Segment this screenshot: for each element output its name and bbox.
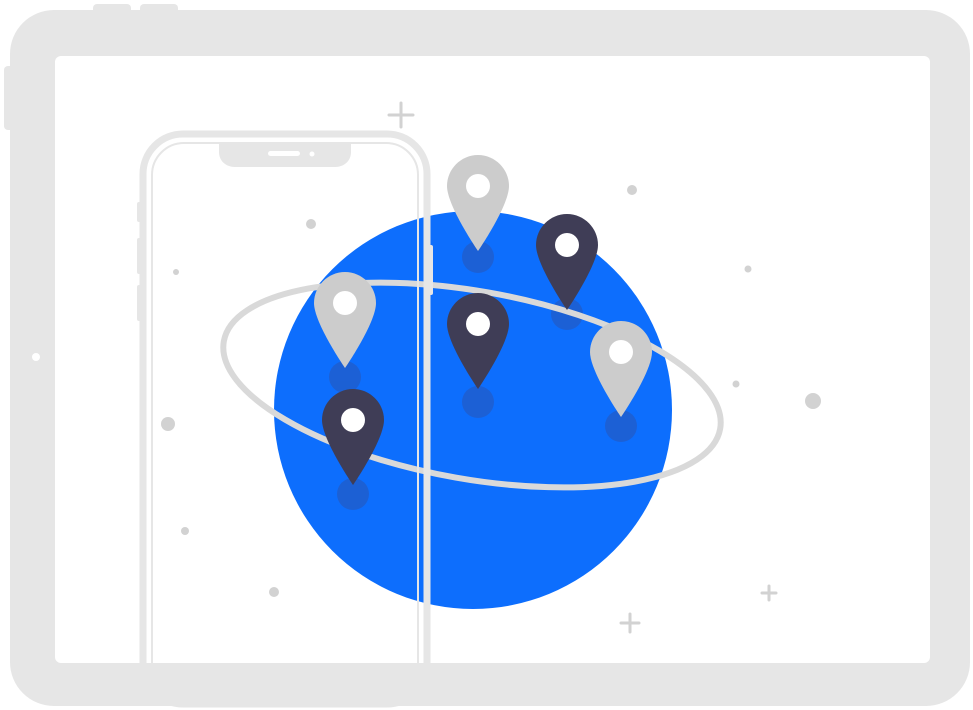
sparkle-dot [744, 265, 752, 273]
phone-speaker [268, 151, 300, 156]
sparkle-dot [173, 269, 179, 275]
sparkle-dot [269, 587, 279, 597]
sparkle-dot [627, 185, 637, 195]
sparkle-dot [732, 380, 740, 388]
phone-camera [309, 151, 315, 157]
sparkle-dot [306, 219, 316, 229]
sparkle-dot [181, 527, 189, 535]
tablet-camera [32, 353, 40, 361]
sparkle-dot [161, 417, 175, 431]
sparkle-dot [805, 393, 821, 409]
location-pins-illustration [0, 0, 973, 710]
illustration-canvas [4, 4, 970, 708]
